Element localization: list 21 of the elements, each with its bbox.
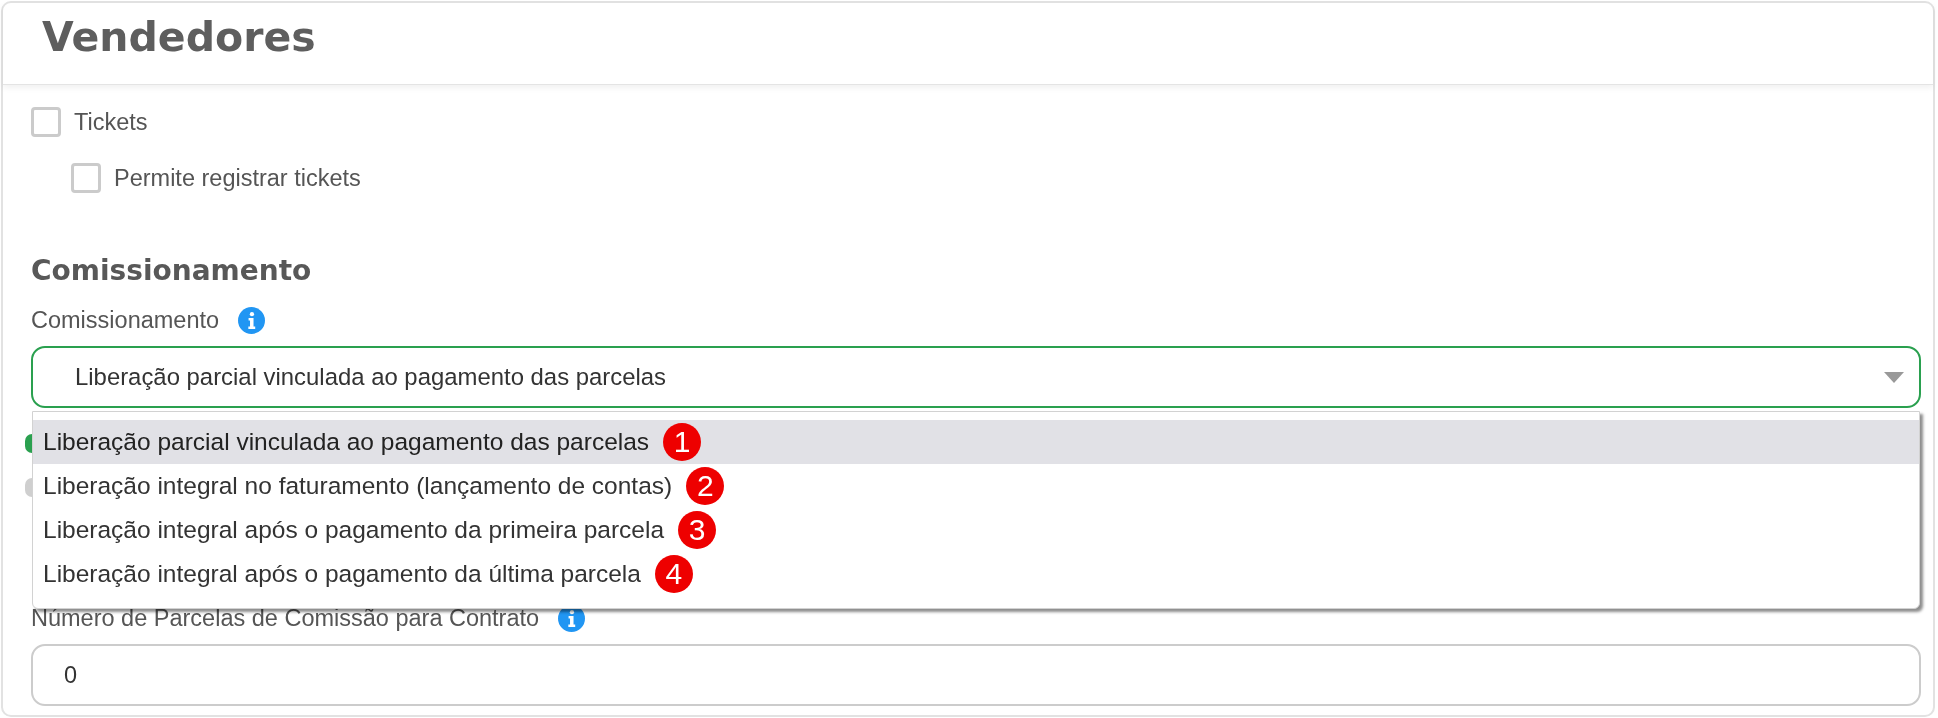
checkbox[interactable] (71, 163, 101, 193)
toggle-switch[interactable] (25, 478, 32, 497)
field-label: Comissionamento (31, 306, 220, 335)
select-field[interactable]: Liberação parcial vinculada ao pagamento das parcelas (31, 346, 1921, 408)
checkbox[interactable] (31, 107, 61, 137)
number-marker: 4 (654, 555, 693, 593)
checkbox-label[interactable]: Tickets (74, 107, 148, 137)
number-marker: 2 (686, 467, 725, 505)
number-marker: 3 (678, 511, 717, 549)
toggle-switch[interactable] (25, 434, 32, 453)
number-marker: 1 (663, 423, 702, 461)
dropdown-option[interactable]: Liberação integral após o pagamento da última parcela 4 (33, 552, 1919, 596)
field-label: Número de Parcelas de Comissão para Contrato (31, 604, 540, 633)
number-input[interactable]: 0 (31, 644, 1921, 706)
caret-icon[interactable] (1884, 371, 1904, 383)
section-title: Comissionamento (31, 254, 312, 288)
dropdown-option[interactable]: Liberação integral no faturamento (lançamento de contas) 2 (33, 464, 1919, 508)
dropdown-option[interactable]: Liberação integral após o pagamento da primeira parcela 3 (33, 508, 1919, 552)
dropdown-option[interactable]: Liberação parcial vinculada ao pagamento das parcelas 1 (33, 420, 1919, 464)
checkbox-label[interactable]: Permite registrar tickets (114, 163, 361, 193)
page-title: Vendedores (42, 14, 316, 61)
